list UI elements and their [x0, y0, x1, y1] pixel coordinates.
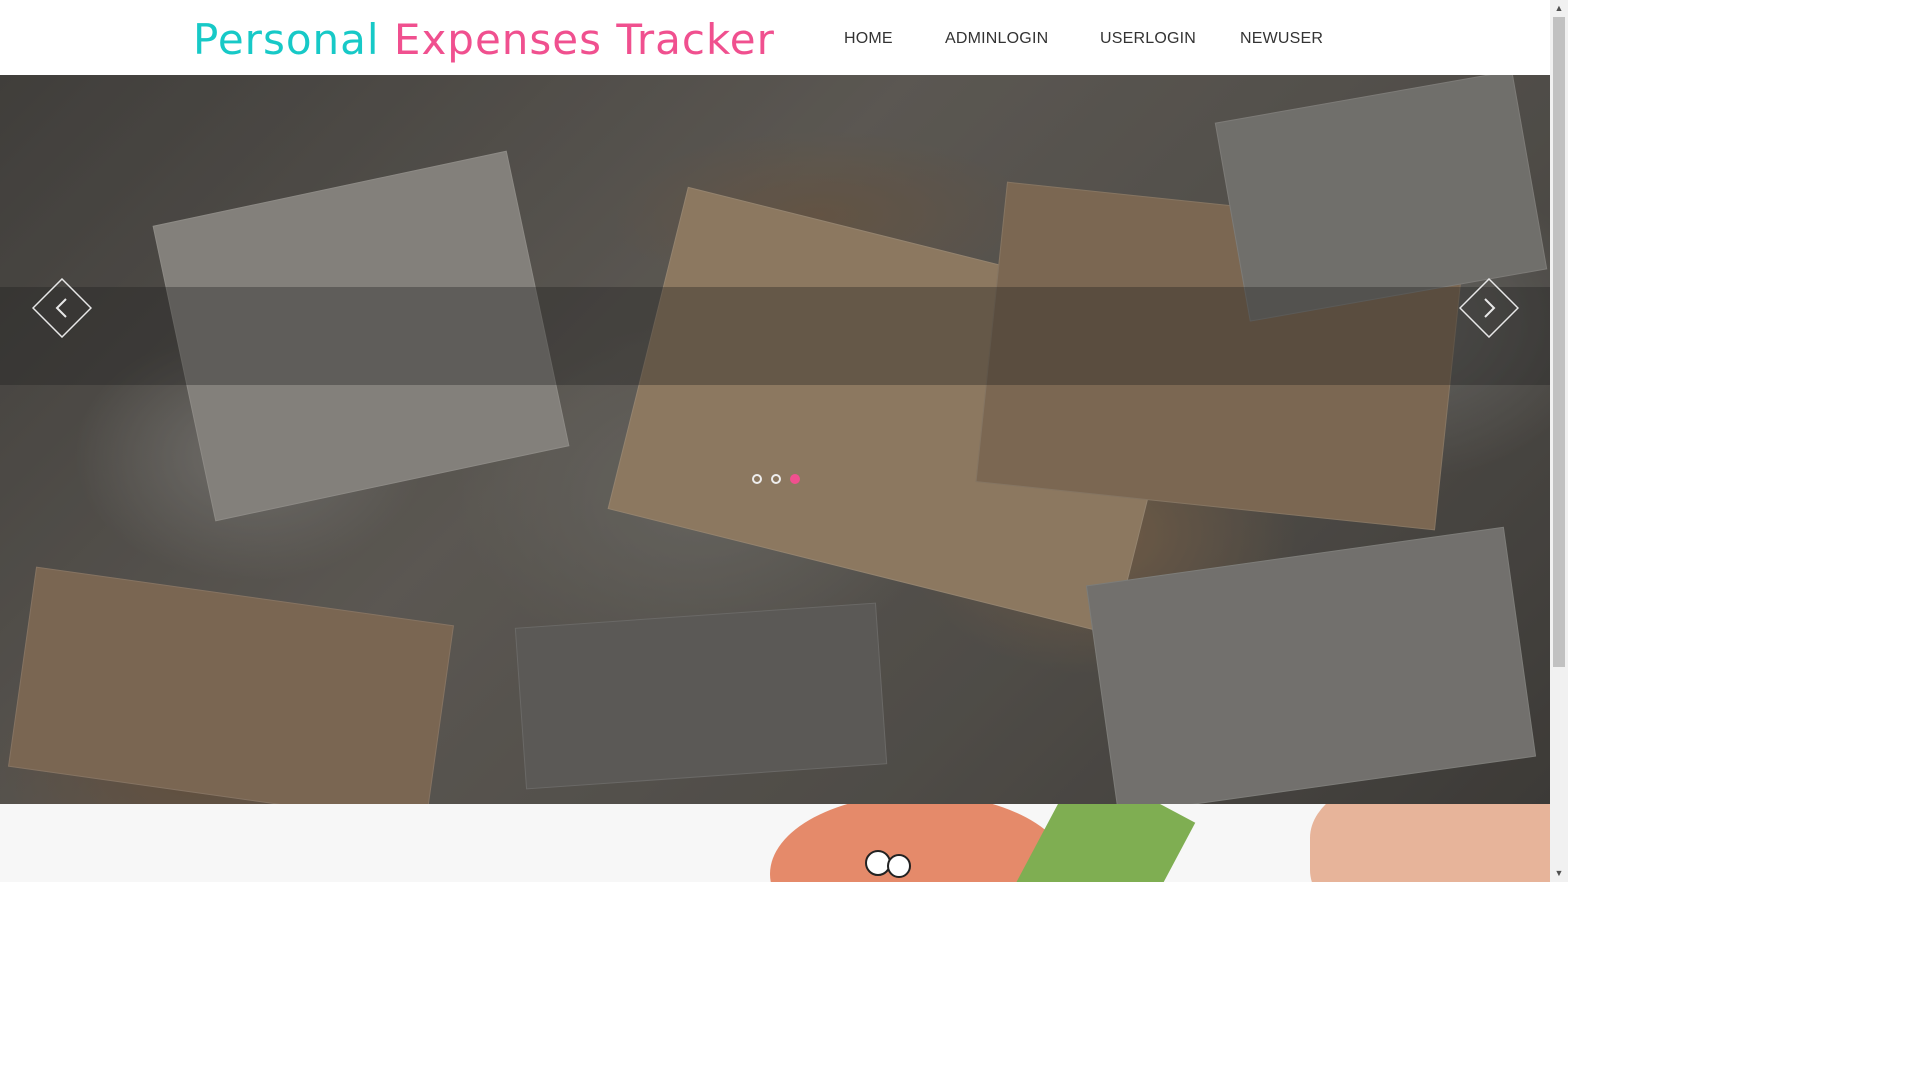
carousel-dot-2[interactable] — [771, 474, 781, 484]
site-header: Personal Expenses Tracker HOME ADMINLOGI… — [0, 0, 1550, 75]
nav-home[interactable]: HOME — [844, 30, 893, 48]
caption-band — [0, 287, 1550, 385]
scroll-up-icon[interactable]: ▲ — [1550, 0, 1568, 17]
nav-adminlogin[interactable]: ADMINLOGIN — [945, 30, 1048, 48]
nav-userlogin[interactable]: USERLOGIN — [1100, 30, 1196, 48]
page-scrollbar[interactable]: ▲ ▼ — [1550, 0, 1568, 882]
carousel-indicators — [752, 474, 800, 484]
scroll-down-icon[interactable]: ▼ — [1550, 865, 1568, 882]
nav-newuser[interactable]: NEWUSER — [1240, 30, 1323, 48]
main-nav: HOME ADMINLOGIN USERLOGIN NEWUSER — [0, 30, 1550, 54]
carousel-dot-3[interactable] — [790, 474, 800, 484]
carousel-next-button[interactable] — [1458, 277, 1520, 339]
chevron-right-icon — [1458, 277, 1520, 339]
carousel-prev-button[interactable] — [31, 277, 93, 339]
scrollbar-thumb[interactable] — [1553, 17, 1565, 667]
hero-carousel — [0, 75, 1550, 804]
carousel-dot-1[interactable] — [752, 474, 762, 484]
hero-overlay — [0, 75, 1550, 804]
chevron-left-icon — [31, 277, 93, 339]
next-section-image — [0, 804, 1550, 882]
